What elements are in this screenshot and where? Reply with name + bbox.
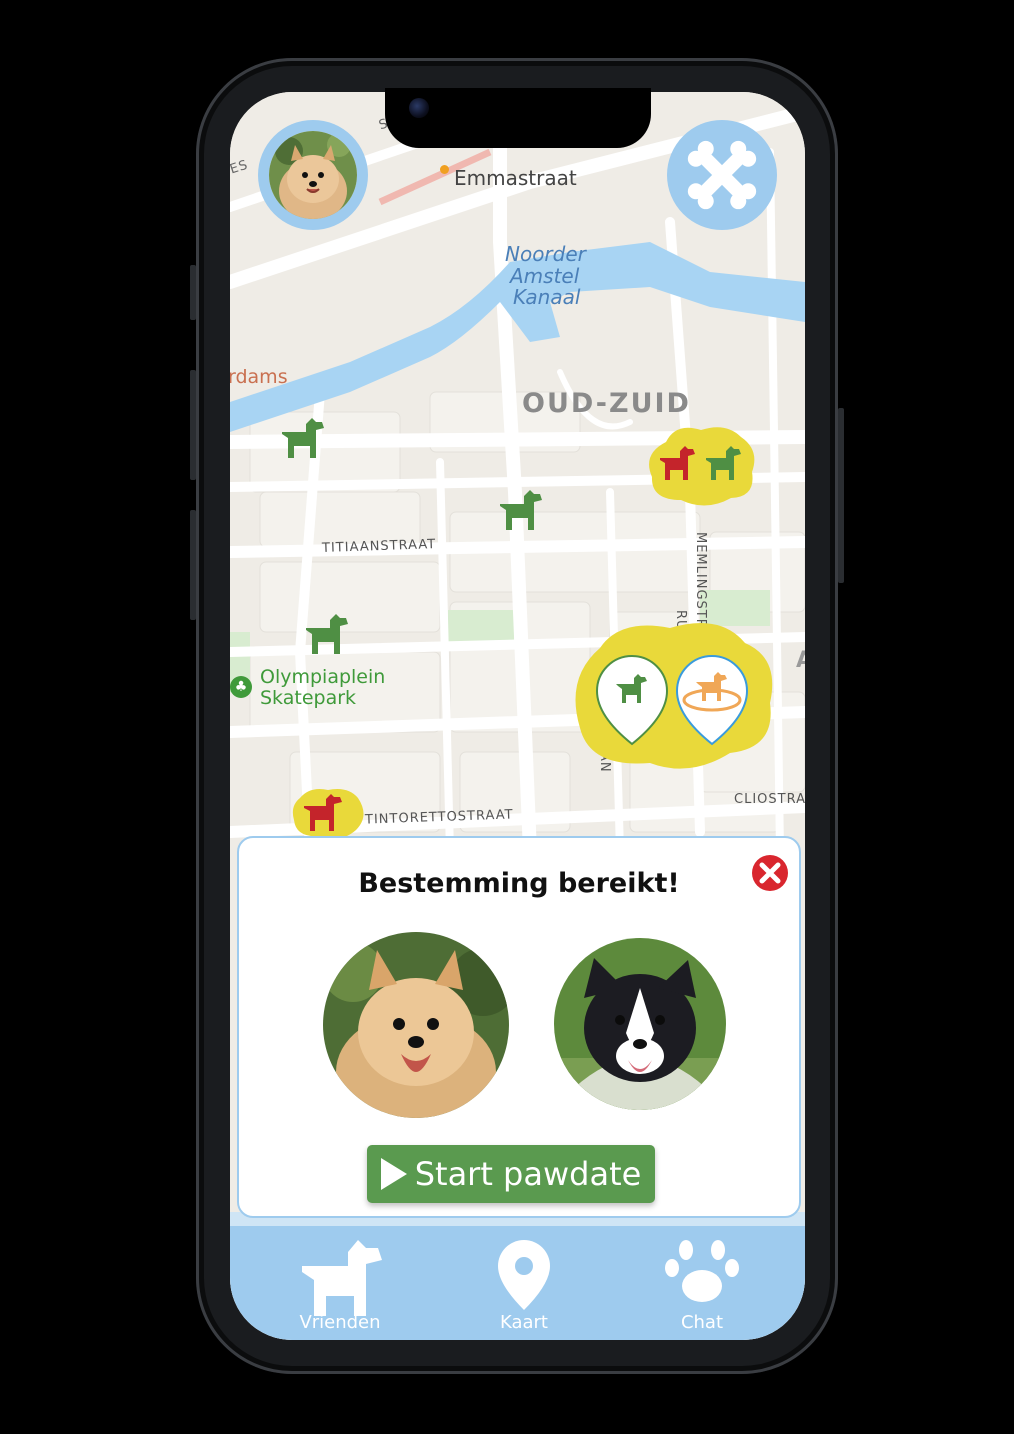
tab-label-chat: Chat — [680, 1312, 724, 1333]
map-pin-icon — [498, 1240, 550, 1310]
close-button[interactable] — [751, 854, 789, 892]
volume-down-button — [190, 510, 196, 620]
map-label-canal-3: Kanaal — [513, 285, 581, 309]
map-label-canal-1: Noorder — [505, 242, 586, 266]
park-icon: ♣ — [230, 676, 252, 698]
dog-icon — [302, 1240, 382, 1316]
tab-kaart[interactable]: Kaart — [444, 1226, 604, 1340]
own-dog-photo — [323, 932, 509, 1118]
dog-marker-green-3[interactable] — [302, 612, 350, 660]
destination-popup: Bestemming bereikt! Start pawdate — [237, 836, 801, 1218]
dog-cluster-red-green[interactable] — [646, 422, 760, 512]
map-label-a: A — [796, 648, 805, 673]
dog-icon — [500, 490, 542, 530]
power-button — [838, 408, 844, 583]
volume-up-button — [190, 370, 196, 480]
map-label-cliostraat: CLIOSTRA — [734, 792, 805, 807]
map-label-rdams: rdams — [230, 366, 288, 388]
play-icon — [380, 1158, 407, 1190]
paw-icon — [665, 1240, 739, 1302]
pomeranian-avatar — [269, 131, 357, 219]
dog-icon — [282, 418, 324, 458]
close-x-icon — [752, 855, 788, 891]
map-label-district: OUD-ZUID — [522, 388, 691, 419]
dog-marker-green-2[interactable] — [496, 488, 544, 536]
dog-icon — [306, 614, 348, 654]
map-label-olympiaplein-1: Olympiaplein — [260, 666, 386, 688]
emmastraat-marker — [440, 165, 449, 174]
map-label-emmastraat: Emmastraat — [454, 166, 577, 190]
map-label-olympiaplein-2: Skatepark — [260, 687, 357, 709]
bone-cross-icon — [687, 140, 757, 210]
front-camera — [409, 98, 429, 118]
tab-chat[interactable]: Chat — [622, 1226, 782, 1340]
mute-switch — [190, 265, 196, 320]
dog-marker-green-1[interactable] — [278, 416, 326, 464]
popup-title: Bestemming bereikt! — [358, 868, 680, 899]
start-pawdate-button[interactable]: Start pawdate — [367, 1145, 655, 1203]
tab-bar: Vrienden Kaart Chat — [230, 1226, 805, 1340]
start-pawdate-label: Start pawdate — [414, 1155, 642, 1193]
tab-label-vrienden: Vrienden — [299, 1312, 381, 1333]
tab-label-kaart: Kaart — [499, 1312, 548, 1333]
tab-vrienden[interactable]: Vrienden — [260, 1226, 420, 1340]
notch — [385, 88, 651, 148]
profile-avatar-button[interactable] — [258, 120, 368, 230]
match-dog-photo — [554, 938, 726, 1110]
dog-cluster-pins[interactable] — [570, 618, 776, 778]
menu-button[interactable] — [667, 120, 777, 230]
